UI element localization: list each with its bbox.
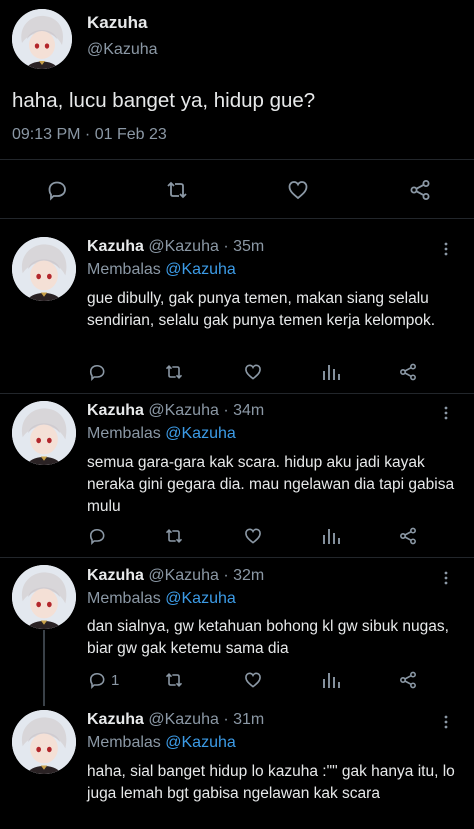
replying-handle-link[interactable]: @Kazuha (165, 261, 236, 278)
like-icon[interactable] (243, 670, 263, 690)
tweet-text: haha, lucu banget ya, hidup gue? (12, 89, 316, 112)
reply-icon[interactable] (87, 362, 107, 382)
avatar[interactable] (12, 9, 72, 69)
replying-label: Membalas (87, 261, 161, 278)
display-name[interactable]: Kazuha (87, 238, 144, 255)
thread-line (43, 630, 45, 706)
tweet-text: haha, sial banget hidup lo kazuha :"" ga… (87, 763, 455, 802)
handle[interactable]: @Kazuha (87, 41, 158, 59)
divider (0, 218, 474, 219)
analytics-icon[interactable] (321, 670, 341, 690)
tweet-text: gue dibully, gak punya temen, makan sian… (87, 290, 436, 329)
reply-icon[interactable] (45, 178, 69, 202)
share-icon[interactable] (398, 670, 418, 690)
display-name[interactable]: Kazuha (87, 711, 144, 728)
more-icon[interactable] (440, 571, 452, 590)
more-icon[interactable] (440, 715, 452, 734)
replying-to: Membalas @Kazuha (87, 425, 236, 443)
share-icon[interactable] (398, 362, 418, 382)
tweet-text: semua gara-gara kak scara. hidup aku jad… (87, 454, 455, 515)
replying-label: Membalas (87, 590, 161, 607)
tweet-text: dan sialnya, gw ketahuan bohong kl gw si… (87, 618, 449, 657)
reply-icon[interactable] (87, 670, 107, 690)
retweet-icon[interactable] (164, 178, 190, 202)
replying-label: Membalas (87, 734, 161, 751)
replying-to: Membalas @Kazuha (87, 734, 236, 752)
retweet-icon[interactable] (163, 362, 185, 382)
tweet-header: Kazuha @Kazuha · 32m (87, 567, 264, 585)
display-name[interactable]: Kazuha (87, 402, 144, 419)
replying-to: Membalas @Kazuha (87, 261, 236, 279)
handle-time[interactable]: @Kazuha · 35m (148, 238, 264, 255)
handle-time[interactable]: @Kazuha · 34m (148, 402, 264, 419)
replying-handle-link[interactable]: @Kazuha (165, 734, 236, 751)
more-icon[interactable] (440, 242, 452, 261)
replying-handle-link[interactable]: @Kazuha (165, 425, 236, 442)
avatar[interactable] (12, 710, 76, 774)
reply-icon[interactable] (87, 526, 107, 546)
replying-label: Membalas (87, 425, 161, 442)
handle-time[interactable]: @Kazuha · 32m (148, 567, 264, 584)
like-icon[interactable] (243, 526, 263, 546)
share-icon[interactable] (398, 526, 418, 546)
analytics-icon[interactable] (321, 526, 341, 546)
avatar[interactable] (12, 565, 76, 629)
tweet-header: Kazuha @Kazuha · 34m (87, 402, 264, 420)
retweet-icon[interactable] (163, 670, 185, 690)
share-icon[interactable] (408, 178, 432, 202)
tweet-header: Kazuha @Kazuha · 35m (87, 238, 264, 256)
more-icon[interactable] (440, 406, 452, 425)
avatar[interactable] (12, 401, 76, 465)
replying-to: Membalas @Kazuha (87, 590, 236, 608)
avatar[interactable] (12, 237, 76, 301)
replying-handle-link[interactable]: @Kazuha (165, 590, 236, 607)
divider (0, 159, 474, 160)
retweet-icon[interactable] (163, 526, 185, 546)
tweet-header: Kazuha @Kazuha · 31m (87, 711, 264, 729)
reply-count: 1 (111, 672, 120, 689)
like-icon[interactable] (286, 178, 310, 202)
like-icon[interactable] (243, 362, 263, 382)
divider (0, 557, 474, 558)
timestamp: 09:13 PM · 01 Feb 23 (12, 126, 167, 143)
display-name[interactable]: Kazuha (87, 13, 147, 33)
divider (0, 393, 474, 394)
analytics-icon[interactable] (321, 362, 341, 382)
display-name[interactable]: Kazuha (87, 567, 144, 584)
handle-time[interactable]: @Kazuha · 31m (148, 711, 264, 728)
